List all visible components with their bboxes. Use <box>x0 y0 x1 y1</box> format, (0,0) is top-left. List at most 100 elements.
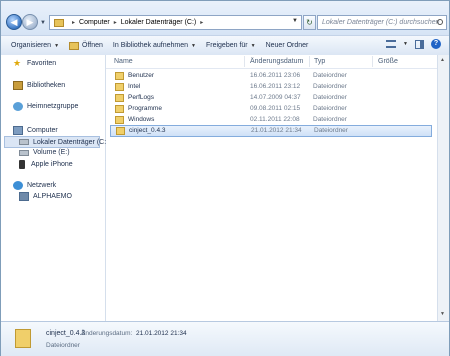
scroll-down-icon[interactable]: ▼ <box>440 311 445 317</box>
star-icon: ★ <box>13 58 22 68</box>
nav-item-iphone[interactable]: Apple iPhone <box>19 160 73 169</box>
open-folder-icon <box>69 41 80 50</box>
share-label: Freigeben für <box>205 42 248 49</box>
details-name: cinject_0.4.3 <box>46 330 86 337</box>
nav-item-local-disk[interactable]: Lokaler Datenträger (C:) <box>4 136 108 148</box>
file-type: Dateiordner <box>313 72 347 79</box>
nav-label-volume-e: Volume (E:) <box>33 149 70 156</box>
forward-button[interactable]: ▶ <box>22 14 38 30</box>
nav-label-computer: Computer <box>27 127 58 134</box>
breadcrumb-local-disk[interactable]: Lokaler Datenträger (C:) <box>121 19 196 26</box>
nav-item-homegroup[interactable]: Heimnetzgruppe <box>13 102 78 111</box>
details-date-label: Änderungsdatum: <box>81 330 133 337</box>
refresh-button[interactable]: ↻ <box>303 15 316 30</box>
drive-icon <box>19 139 29 145</box>
file-type: Dateiordner <box>313 83 347 90</box>
table-row[interactable]: Windows 02.11.2011 22:08 Dateiordner <box>110 115 432 125</box>
file-name: Benutzer <box>128 72 155 79</box>
column-header: Name Änderungsdatum Typ Größe <box>106 55 437 69</box>
file-type: Dateiordner <box>313 105 347 112</box>
file-date: 14.07.2009 04:37 <box>250 94 301 101</box>
details-type: Dateiordner <box>46 342 80 349</box>
file-name: Intel <box>128 83 141 90</box>
file-name: PerfLogs <box>128 94 155 101</box>
vertical-scrollbar[interactable]: ▲ ▼ <box>437 55 449 321</box>
column-divider[interactable] <box>309 56 310 67</box>
folder-icon <box>115 105 124 113</box>
column-date[interactable]: Änderungsdatum <box>250 58 303 65</box>
organize-label: Organisieren <box>11 42 52 49</box>
file-name: cinject_0.4.3 <box>129 127 166 134</box>
nav-label-network: Netzwerk <box>27 182 57 189</box>
command-bar: Organisieren ▼ Öffnen In Bibliothek aufn… <box>1 35 449 56</box>
network-icon <box>13 181 23 190</box>
chevron-down-icon[interactable]: ▼ <box>403 41 408 47</box>
chevron-right-icon: ▸ <box>72 20 76 26</box>
file-date: 21.01.2012 21:34 <box>251 127 302 134</box>
explorer-window: ◀ ▶ ▼ ▸ Computer ▸ Lokaler Datenträger (… <box>0 0 450 356</box>
folder-icon <box>116 127 125 135</box>
drive-icon <box>19 149 29 156</box>
nav-item-libraries[interactable]: Bibliotheken <box>13 81 65 90</box>
file-list: Name Änderungsdatum Typ Größe Benutzer 1… <box>106 55 437 321</box>
nav-label-favorites: Favoriten <box>27 60 57 67</box>
file-type: Dateiordner <box>313 94 347 101</box>
column-divider[interactable] <box>372 56 373 67</box>
chevron-right-icon: ▸ <box>200 20 204 26</box>
scroll-up-icon[interactable]: ▲ <box>440 57 445 63</box>
file-date: 02.11.2011 22:08 <box>250 116 300 123</box>
nav-label-host: ALPHAEMO <box>33 193 72 200</box>
table-row[interactable]: Intel 16.06.2011 23:12 Dateiordner <box>110 82 432 92</box>
nav-label-local-disk: Lokaler Datenträger (C:) <box>33 138 109 146</box>
column-name[interactable]: Name <box>114 58 133 65</box>
open-label: Öffnen <box>82 42 103 49</box>
folder-icon <box>115 72 124 80</box>
folder-icon <box>115 116 124 124</box>
search-placeholder: Lokaler Datenträger (C:) durchsuchen <box>322 19 440 26</box>
library-icon <box>13 81 23 90</box>
folder-icon <box>115 94 124 102</box>
share-button[interactable]: Freigeben für ▼ <box>206 42 256 49</box>
table-row[interactable]: Programme 09.08.2011 02:15 Dateiordner <box>110 104 432 114</box>
nav-item-host[interactable]: ALPHAEMO <box>19 192 72 201</box>
address-bar[interactable]: ▸ Computer ▸ Lokaler Datenträger (C:) ▸ <box>49 15 302 30</box>
column-type[interactable]: Typ <box>314 58 325 65</box>
back-button[interactable]: ◀ <box>6 14 22 30</box>
search-input[interactable]: Lokaler Datenträger (C:) durchsuchen <box>317 15 447 30</box>
open-button[interactable]: Öffnen <box>69 41 103 50</box>
homegroup-icon <box>13 102 23 111</box>
computer-icon <box>54 18 64 27</box>
file-date: 16.06.2011 23:06 <box>250 72 301 79</box>
phone-icon <box>19 160 25 169</box>
nav-item-volume-e[interactable]: Volume (E:) <box>19 149 70 156</box>
file-date: 16.06.2011 23:12 <box>250 83 301 90</box>
file-type: Dateiordner <box>313 116 347 123</box>
column-divider[interactable] <box>244 56 245 67</box>
breadcrumb-computer[interactable]: Computer <box>79 19 110 26</box>
file-type: Dateiordner <box>314 127 348 134</box>
organize-button[interactable]: Organisieren ▼ <box>11 42 59 49</box>
table-row[interactable]: Benutzer 16.06.2011 23:06 Dateiordner <box>110 71 432 81</box>
include-library-button[interactable]: In Bibliothek aufnehmen ▼ <box>113 42 196 49</box>
new-folder-button[interactable]: Neuer Ordner <box>266 42 309 49</box>
address-dropdown-icon[interactable]: ▼ <box>292 18 298 24</box>
nav-item-favorites[interactable]: ★ Favoriten <box>13 59 56 68</box>
file-date: 09.08.2011 02:15 <box>250 105 301 112</box>
nav-item-computer[interactable]: Computer <box>13 126 58 135</box>
chevron-down-icon: ▼ <box>191 42 196 49</box>
file-name: Programme <box>128 105 162 112</box>
view-icon[interactable] <box>386 40 397 48</box>
file-name: Windows <box>128 116 155 123</box>
nav-label-homegroup: Heimnetzgruppe <box>27 103 79 110</box>
preview-pane-icon[interactable] <box>415 39 424 49</box>
details-pane: cinject_0.4.3 Änderungsdatum: 21.01.2012… <box>1 321 449 356</box>
table-row[interactable]: PerfLogs 14.07.2009 04:37 Dateiordner <box>110 93 432 103</box>
table-row-selected[interactable]: cinject_0.4.3 21.01.2012 21:34 Dateiordn… <box>110 125 432 137</box>
nav-item-network[interactable]: Netzwerk <box>13 181 56 190</box>
navigation-pane: ★ Favoriten Bibliotheken Heimnetzgruppe … <box>1 55 108 321</box>
details-date: 21.01.2012 21:34 <box>136 330 187 337</box>
column-size[interactable]: Größe <box>378 58 398 65</box>
help-icon[interactable]: ? <box>431 39 441 49</box>
folder-icon <box>15 329 31 348</box>
recent-pages-dropdown[interactable]: ▼ <box>40 20 46 26</box>
